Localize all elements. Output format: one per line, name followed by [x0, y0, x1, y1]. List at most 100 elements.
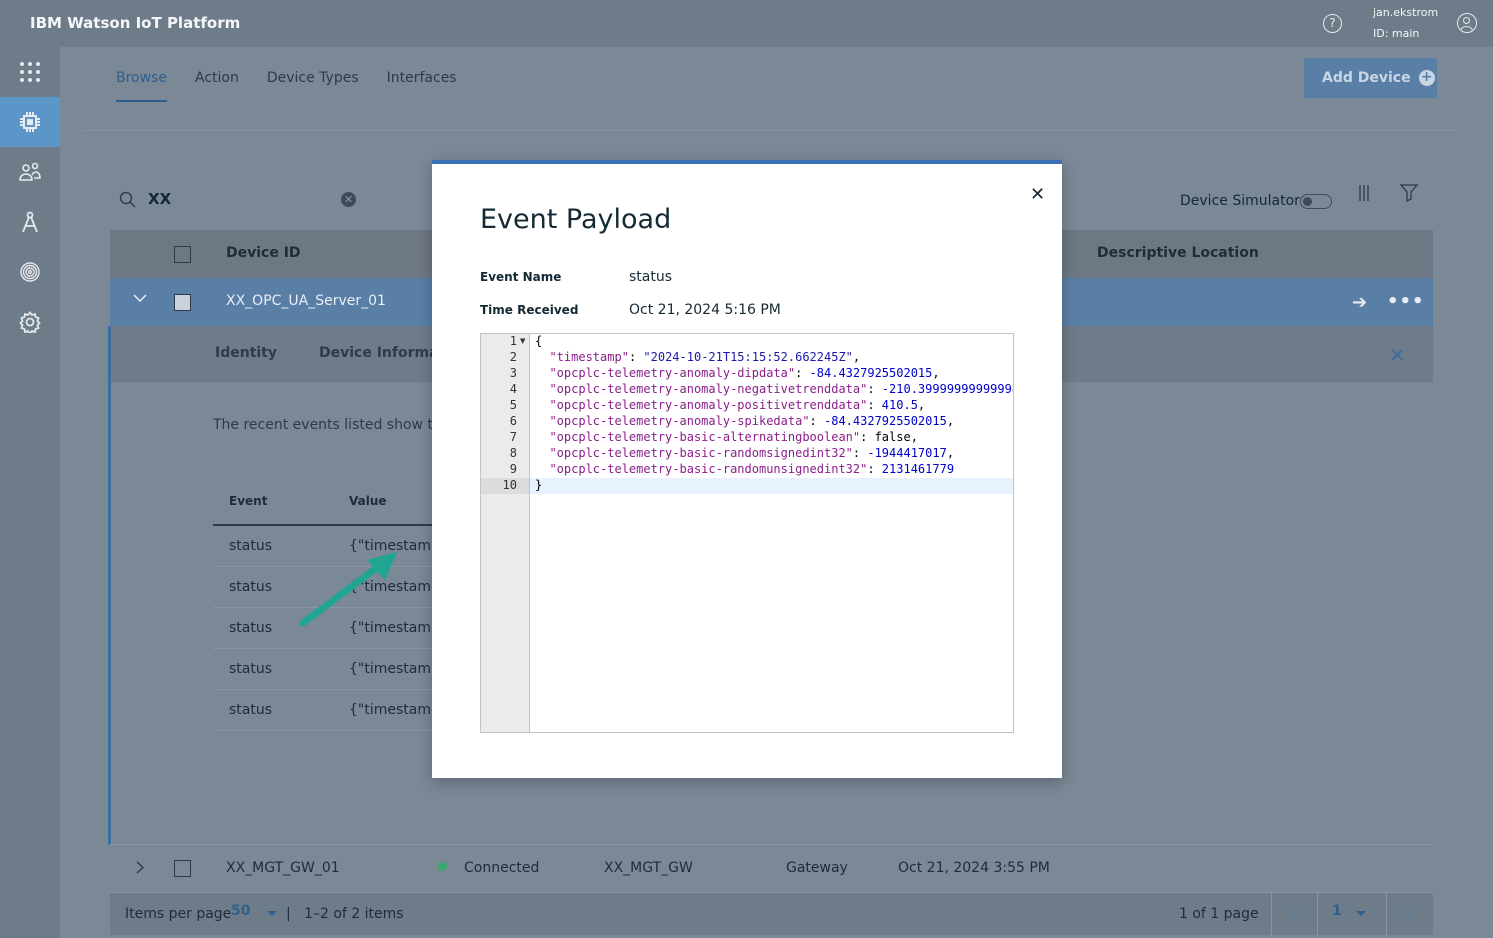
json-separator: ,	[917, 398, 926, 412]
select-all-checkbox[interactable]	[174, 246, 191, 263]
line-number: 4	[509, 382, 517, 396]
event-name: status	[229, 538, 273, 554]
json-separator: ,	[946, 414, 955, 428]
fold-caret-icon[interactable]: ▼	[520, 337, 525, 345]
device-simulator-label: Device Simulator	[1180, 193, 1300, 209]
search-icon	[119, 191, 136, 208]
user-org-id[interactable]: ID: main	[1373, 27, 1419, 40]
device-id-cell: XX_OPC_UA_Server_01	[226, 293, 386, 309]
status-connected-icon	[438, 862, 447, 871]
code-line: }	[535, 478, 543, 492]
tab-browse[interactable]: Browse	[116, 70, 167, 102]
device-simulator-toggle[interactable]	[1300, 194, 1332, 209]
brand-title[interactable]: IBM Watson IoT Platform	[30, 14, 240, 32]
chevron-right-icon[interactable]	[136, 861, 144, 874]
json-key: "opcplc-telemetry-anomaly-dipdata"	[549, 366, 796, 380]
add-device-button[interactable]: Add Device +	[1304, 58, 1437, 98]
column-header-descriptive-location[interactable]: Descriptive Location	[1097, 245, 1259, 261]
row-checkbox[interactable]	[174, 294, 191, 311]
json-key: "opcplc-telemetry-basic-randomsignedint3…	[549, 446, 853, 460]
line-number: 2	[509, 350, 517, 364]
date-added-cell: Oct 21, 2024 3:55 PM	[898, 860, 1050, 876]
recent-events-description: The recent events listed show the l	[213, 417, 459, 433]
code-line: {	[535, 334, 543, 348]
next-page-icon[interactable]	[1405, 906, 1414, 920]
top-tabs: Browse Action Device Types Interfaces	[116, 70, 457, 102]
column-header-device-id[interactable]: Device ID	[226, 245, 301, 261]
tabs-divider	[84, 130, 1456, 131]
event-name: status	[229, 702, 273, 718]
items-per-page-label: Items per page	[125, 906, 232, 922]
code-line: "timestamp": "2024-10-21T15:15:52.662245…	[549, 350, 861, 364]
event-name: status	[229, 661, 273, 677]
apps-compass-icon[interactable]	[0, 197, 60, 247]
event-name-label: Event Name	[480, 270, 562, 284]
json-key: "opcplc-telemetry-anomaly-positivetrendd…	[549, 398, 868, 412]
code-line: "opcplc-telemetry-basic-randomsignedint3…	[549, 446, 955, 460]
settings-gear-icon[interactable]	[0, 297, 60, 347]
code-line: "opcplc-telemetry-anomaly-negativetrendd…	[535, 382, 1014, 396]
search-input[interactable]: XX	[148, 190, 171, 208]
close-modal-icon[interactable]: ✕	[1030, 184, 1045, 205]
apps-grid-icon[interactable]	[0, 47, 60, 97]
device-type-cell: XX_MGT_GW	[604, 860, 693, 876]
event-name-value: status	[629, 269, 673, 285]
json-separator: ,	[852, 350, 861, 364]
line-number: 10	[502, 478, 517, 492]
tab-interfaces[interactable]: Interfaces	[387, 70, 457, 102]
top-header: IBM Watson IoT Platform ? jan.ekstrom ID…	[0, 0, 1493, 47]
event-column-header: Event	[229, 494, 268, 508]
user-name[interactable]: jan.ekstrom	[1373, 6, 1438, 19]
status-cell: Connected	[464, 860, 540, 876]
left-nav-rail	[0, 47, 60, 938]
columns-icon[interactable]	[1358, 184, 1374, 202]
code-line: "opcplc-telemetry-anomaly-spikedata": -8…	[549, 414, 955, 428]
line-number: 1	[509, 334, 517, 348]
json-key: "opcplc-telemetry-anomaly-negativetrendd…	[549, 382, 868, 396]
tab-action[interactable]: Action	[195, 70, 239, 102]
code-line: "opcplc-telemetry-anomaly-dipdata": -84.…	[549, 366, 940, 380]
close-panel-icon[interactable]: ✕	[1389, 343, 1406, 367]
tab-identity[interactable]: Identity	[215, 345, 277, 361]
annotation-arrow-icon	[299, 552, 397, 627]
event-name: status	[229, 579, 273, 595]
security-fingerprint-icon[interactable]	[0, 247, 60, 297]
json-value: -1944417017	[867, 446, 947, 460]
items-per-page-select[interactable]: 50	[231, 903, 250, 919]
line-number: 5	[509, 398, 517, 412]
filter-icon[interactable]	[1400, 184, 1418, 202]
json-separator: ,	[932, 366, 940, 380]
modal-title: Event Payload	[480, 204, 672, 235]
payload-code-editor[interactable]: 1 ▼ 2 3 4 5 6 7 8 9 10 { "timestamp": "2…	[480, 333, 1014, 733]
tab-device-types[interactable]: Device Types	[267, 70, 359, 102]
class-cell: Gateway	[786, 860, 848, 876]
arrow-right-icon[interactable]: ➔	[1352, 292, 1367, 313]
json-value: "2024-10-21T15:15:52.662245Z"	[643, 350, 853, 364]
code-line: "opcplc-telemetry-basic-randomunsignedin…	[549, 462, 955, 476]
time-received-value: Oct 21, 2024 5:16 PM	[629, 302, 781, 318]
page-select-caret-icon[interactable]	[1356, 911, 1366, 916]
json-separator: ,	[946, 446, 955, 460]
clear-search-icon[interactable]: ✕	[341, 192, 356, 207]
overflow-menu-icon[interactable]: •••	[1387, 291, 1425, 312]
add-circle-icon: +	[1418, 70, 1435, 86]
members-icon[interactable]	[0, 147, 60, 197]
json-key: "timestamp"	[549, 350, 629, 364]
row-checkbox[interactable]	[174, 860, 191, 877]
json-key: "opcplc-telemetry-basic-alternatingboole…	[549, 430, 861, 444]
active-line-highlight	[530, 478, 1013, 494]
json-value: -84.4327925502015	[824, 414, 947, 428]
chevron-down-icon[interactable]	[133, 294, 147, 303]
page-select[interactable]: 1	[1332, 903, 1342, 919]
prev-page-icon[interactable]	[1289, 906, 1298, 920]
line-number: 9	[509, 462, 517, 476]
user-avatar-icon[interactable]	[1457, 13, 1477, 33]
pager-divider	[1386, 893, 1387, 935]
items-per-page-caret-icon[interactable]	[267, 911, 277, 916]
list-item[interactable]: status {"timestamp"	[213, 649, 446, 690]
json-key: "opcplc-telemetry-anomaly-spikedata"	[549, 414, 810, 428]
json-value: -210.39999999999998	[881, 382, 1014, 396]
help-icon[interactable]: ?	[1323, 14, 1342, 33]
devices-chip-icon[interactable]	[0, 97, 60, 147]
list-item[interactable]: status {"timestamp"	[213, 690, 446, 731]
